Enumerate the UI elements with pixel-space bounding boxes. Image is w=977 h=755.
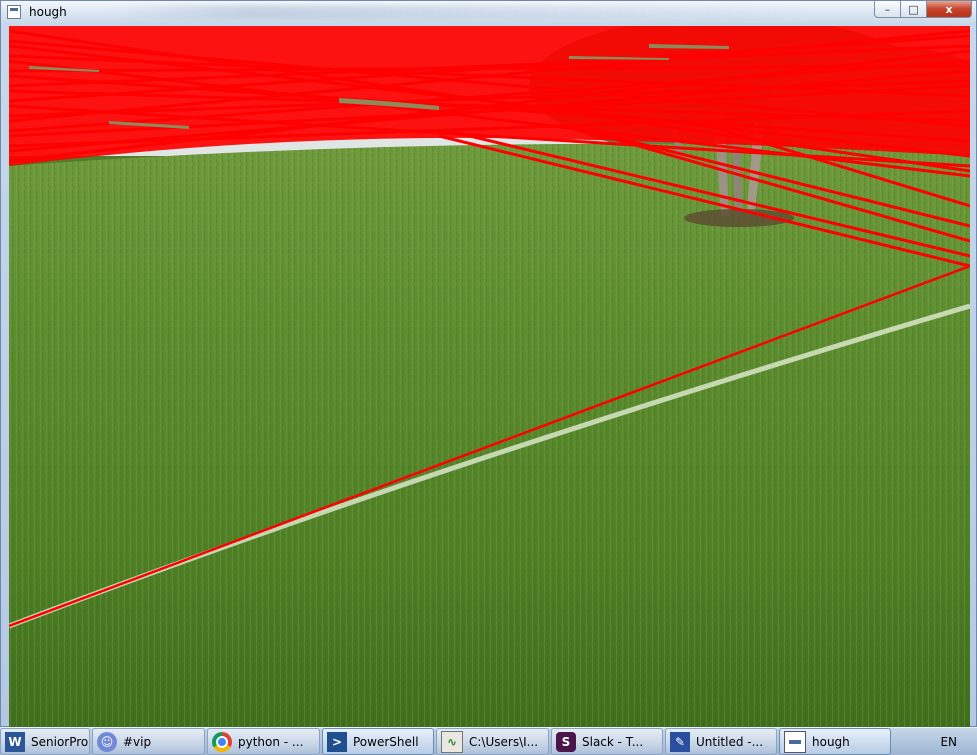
- powershell-icon: >: [327, 731, 347, 752]
- taskbar-item-label: Untitled -...: [696, 734, 764, 749]
- system-tray: EN: [897, 728, 977, 755]
- paint-icon: ✎: [670, 731, 690, 752]
- close-button[interactable]: x: [927, 1, 972, 18]
- taskbar-item-explorer[interactable]: ∿ C:\Users\I...: [436, 728, 549, 755]
- title-bar-blur: [111, 5, 811, 19]
- taskbar-item-label: SeniorPro...: [31, 734, 89, 749]
- taskbar-item-label: #vip: [123, 734, 152, 749]
- caption-buttons: – □ x: [874, 1, 972, 18]
- discord-icon: ☺: [97, 731, 117, 752]
- maximize-icon: □: [908, 2, 919, 16]
- taskbar-item-chrome[interactable]: python - ...: [207, 728, 320, 755]
- document-icon: W: [5, 731, 25, 752]
- hough-lines-lawn-image: [9, 26, 970, 728]
- taskbar-item-label: python - ...: [238, 734, 304, 749]
- close-icon: x: [945, 2, 953, 16]
- taskbar-item-paint[interactable]: ✎ Untitled -...: [665, 728, 777, 755]
- taskbar-item-hough[interactable]: hough: [779, 728, 891, 755]
- taskbar-item-label: PowerShell: [353, 734, 419, 749]
- minimize-button[interactable]: –: [874, 1, 901, 18]
- taskbar-item-powershell[interactable]: > PowerShell: [322, 728, 434, 755]
- slack-icon: S: [556, 731, 576, 752]
- image-canvas: [9, 26, 970, 728]
- hough-window: hough – □ x: [0, 0, 977, 728]
- taskbar-item-label: hough: [812, 734, 850, 749]
- window-icon: [784, 730, 806, 753]
- maximize-button[interactable]: □: [901, 1, 927, 18]
- taskbar: W SeniorPro... ☺ #vip python - ... > Pow…: [0, 727, 977, 755]
- chrome-icon: [212, 731, 232, 752]
- title-bar[interactable]: hough – □ x: [1, 1, 976, 23]
- taskbar-item-label: Slack - T...: [582, 734, 644, 749]
- taskbar-item-seniorpro[interactable]: W SeniorPro...: [0, 728, 90, 755]
- taskbar-item-discord[interactable]: ☺ #vip: [92, 728, 205, 755]
- window-title: hough: [29, 5, 67, 19]
- language-indicator[interactable]: EN: [940, 735, 957, 749]
- taskbar-item-slack[interactable]: S Slack - T...: [551, 728, 663, 755]
- resource-monitor-icon: ∿: [441, 730, 463, 753]
- taskbar-item-label: C:\Users\I...: [469, 734, 539, 749]
- minimize-icon: –: [884, 2, 891, 16]
- window-icon: [7, 5, 21, 19]
